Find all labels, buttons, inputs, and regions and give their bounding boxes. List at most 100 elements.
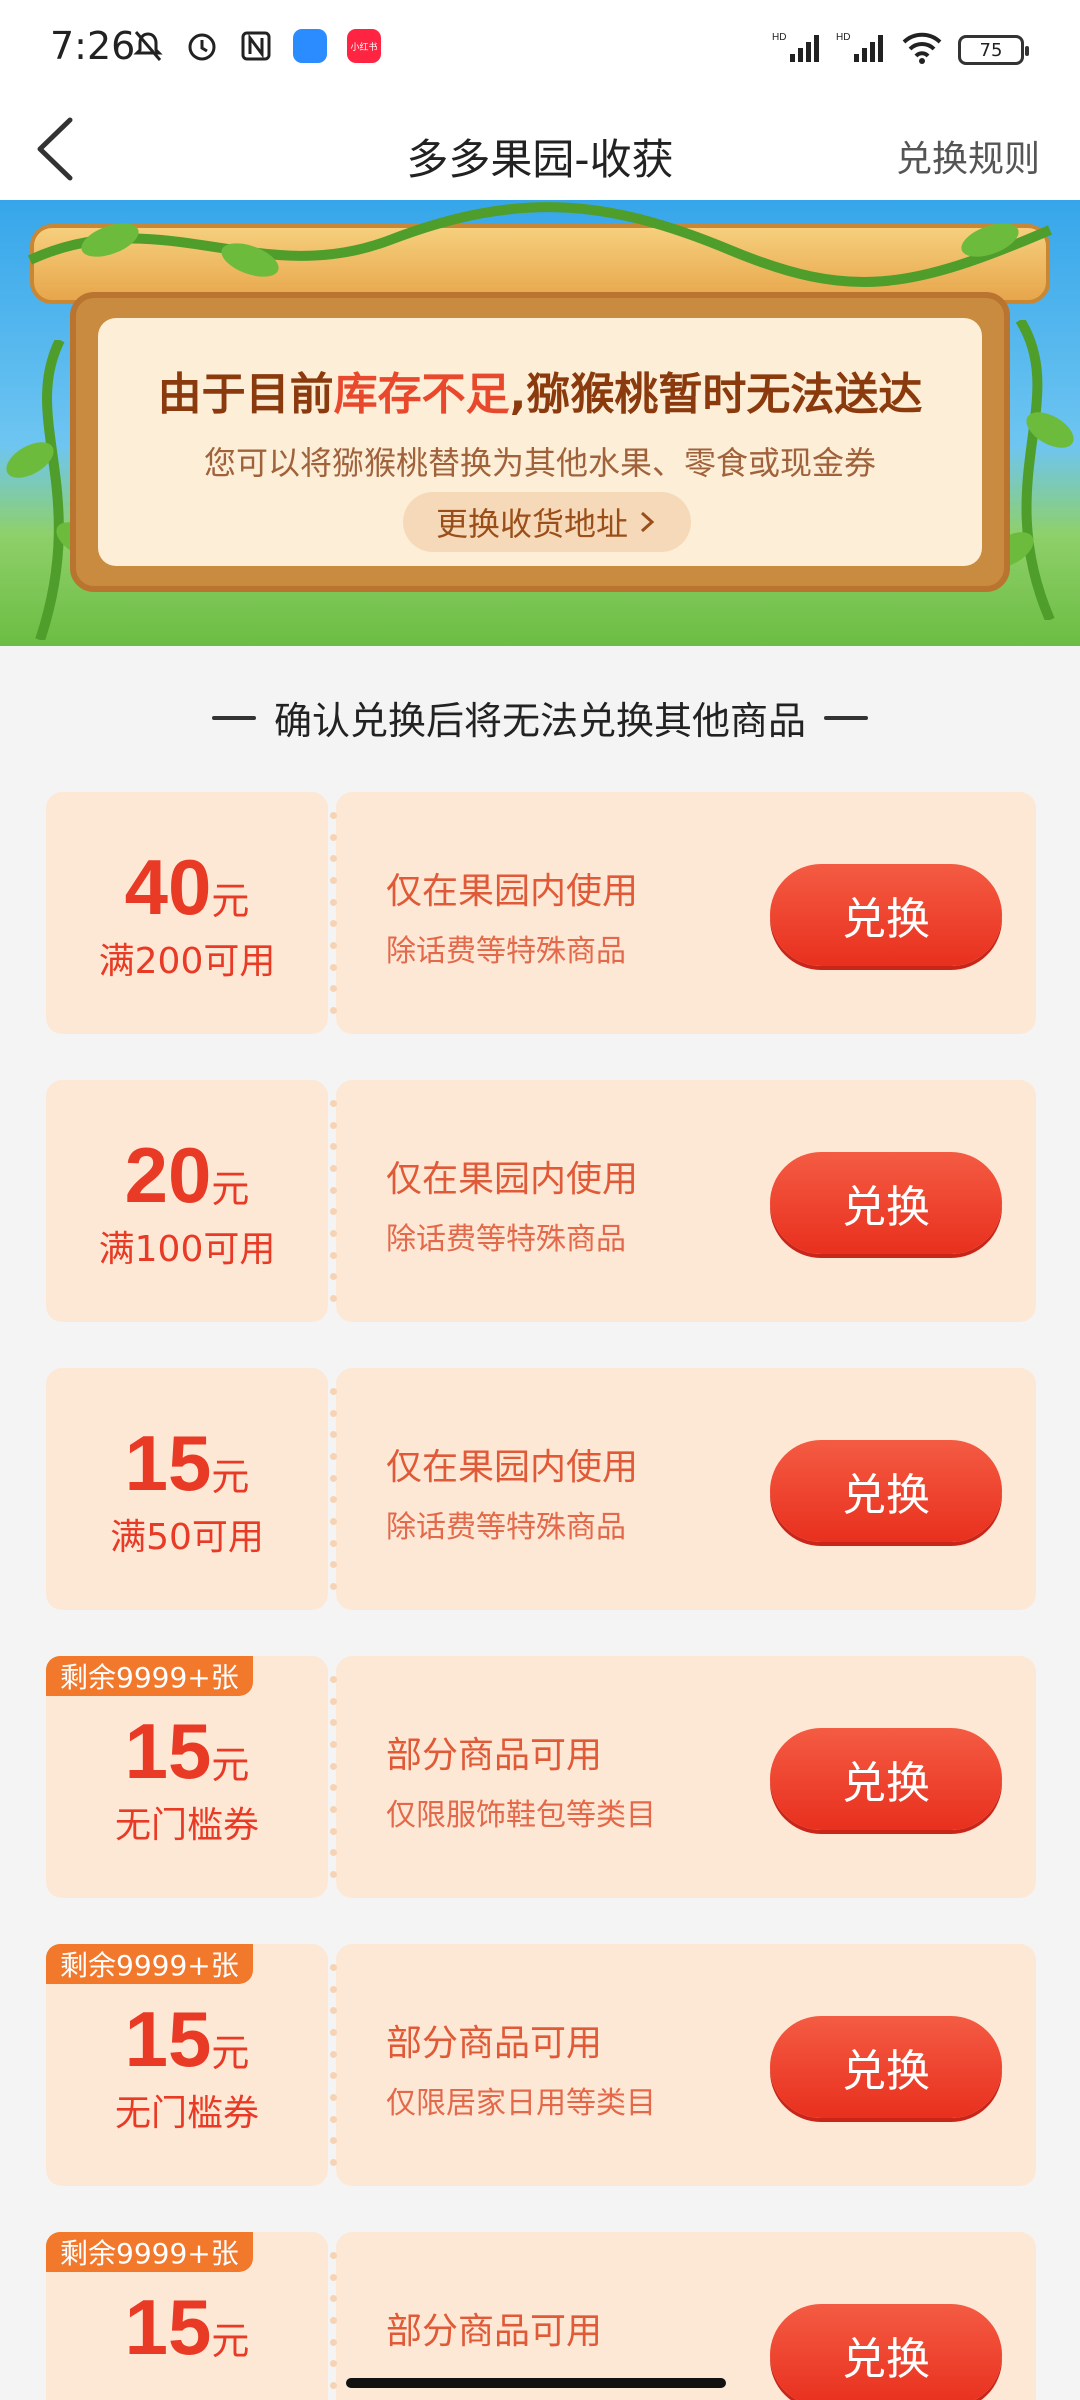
coupon-amount-unit: 元	[211, 1743, 250, 1787]
redeem-button[interactable]: 兑换	[770, 2016, 1002, 2118]
ticket-notch-bottom	[322, 1024, 342, 1044]
coupon-card: 15元 剩余9999+张 部分商品可用 兑换	[46, 2222, 1036, 2400]
status-icons-right: HD HD 75	[772, 30, 1029, 70]
nfc-icon	[238, 28, 274, 64]
chevron-right-icon	[640, 511, 655, 533]
ticket-notch-top	[322, 1070, 342, 1090]
coupon-card: 15元满50可用 仅在果园内使用除话费等特殊商品 兑换	[46, 1358, 1036, 1620]
coupon-card: 15元 无门槛券 剩余9999+张 部分商品可用 仅限居家日用等类目 兑换	[46, 1934, 1036, 2196]
coupon-value-section: 15元满50可用	[46, 1368, 328, 1610]
svg-text:HD: HD	[772, 32, 786, 43]
home-indicator[interactable]	[346, 2378, 726, 2388]
coupon-restriction: 除话费等特殊商品	[386, 1510, 626, 1545]
coupon-amount-number: 20	[124, 1131, 212, 1219]
ticket-notch-top	[322, 1646, 342, 1666]
divider-left	[211, 715, 256, 720]
coupon-restriction: 除话费等特殊商品	[386, 934, 626, 969]
coupon-amount: 20元	[46, 1130, 328, 1221]
remaining-badge: 剩余9999+张	[46, 1944, 253, 1984]
coupon-usage-scope: 仅在果园内使用	[386, 871, 639, 912]
coupon-usage-scope: 部分商品可用	[386, 2311, 603, 2352]
ticket-notch-top	[322, 1358, 342, 1378]
notice-subtext: 您可以将猕猴桃替换为其他水果、零食或现金券	[203, 444, 876, 482]
app-icon-red: 小红书	[346, 28, 382, 64]
coupon-condition: 无门槛券	[114, 1805, 259, 1846]
battery-icon: 75	[958, 35, 1029, 65]
redeem-button[interactable]: 兑换	[770, 1152, 1002, 1254]
ticket-notch-bottom	[322, 2176, 342, 2196]
bell-off-icon	[130, 28, 166, 64]
coupon-value-section: 15元无门槛券 剩余9999+张	[46, 1944, 328, 2186]
coupon-value-section: 40元满200可用	[46, 792, 328, 1034]
ticket-notch-bottom	[322, 1312, 342, 1332]
svg-text:HD: HD	[836, 32, 850, 43]
coupon-condition: 满50可用	[110, 1517, 264, 1558]
coupon-amount: 15元	[46, 1418, 328, 1509]
wood-board: 由于目前库存不足,猕猴桃暂时无法送达 您可以将猕猴桃替换为其他水果、零食或现金券…	[70, 292, 1010, 592]
alarm-icon	[184, 28, 220, 64]
remaining-badge: 剩余9999+张	[46, 1656, 253, 1696]
coupon-usage-scope: 仅在果园内使用	[386, 1159, 639, 1200]
status-time: 7:26	[50, 24, 136, 68]
perforation-divider	[326, 2252, 340, 2400]
app-icon-blue	[292, 28, 328, 64]
coupon-restriction: 仅限居家日用等类目	[386, 2086, 656, 2121]
change-address-button[interactable]: 更换收货地址	[403, 492, 691, 552]
header: 多多果园-收获 兑换规则	[0, 96, 1080, 200]
coupon-value-section: 15元无门槛券 剩余9999+张	[46, 1656, 328, 1898]
coupon-restriction: 除话费等特殊商品	[386, 1222, 626, 1257]
remaining-badge: 剩余9999+张	[46, 2232, 253, 2272]
coupon-amount-unit: 元	[211, 1455, 250, 1499]
status-icons-left: 小红书	[130, 28, 382, 64]
stock-shortage-highlight: 库存不足	[333, 369, 510, 420]
coupon-restriction: 仅限服饰鞋包等类目	[386, 1798, 656, 1833]
coupon-card: 40元满200可用 仅在果园内使用除话费等特殊商品 兑换	[46, 782, 1036, 1044]
exchange-rules-link[interactable]: 兑换规则	[896, 130, 1040, 182]
ticket-notch-bottom	[322, 1600, 342, 1620]
redeem-button[interactable]: 兑换	[770, 864, 1002, 966]
ticket-notch-top	[322, 1934, 342, 1954]
coupon-amount-unit: 元	[211, 2319, 250, 2363]
coupon-amount-number: 15	[124, 2283, 212, 2371]
coupon-condition: 满100可用	[98, 1229, 276, 1270]
redeem-button[interactable]: 兑换	[770, 1728, 1002, 1830]
coupon-amount: 15元	[46, 1994, 328, 2085]
notice-headline: 由于目前库存不足,猕猴桃暂时无法送达	[157, 369, 923, 420]
perforation-divider	[326, 1676, 340, 1878]
hd-signal-icon: HD	[772, 30, 822, 70]
coupon-amount-number: 15	[124, 1707, 212, 1795]
coupon-amount-number: 40	[124, 843, 212, 931]
redeem-button[interactable]: 兑换	[770, 2304, 1002, 2400]
coupon-amount: 15元	[46, 2282, 328, 2373]
status-bar: 7:26 小红书 HD HD 75	[0, 0, 1080, 96]
coupon-usage-scope: 仅在果园内使用	[386, 1447, 639, 1488]
coupon-card: 20元满100可用 仅在果园内使用除话费等特殊商品 兑换	[46, 1070, 1036, 1332]
section-title: 确认兑换后将无法兑换其他商品	[0, 690, 1080, 745]
coupon-amount-unit: 元	[211, 1167, 250, 1211]
ticket-notch-top	[322, 2222, 342, 2242]
coupon-usage-scope: 部分商品可用	[386, 2023, 603, 2064]
coupon-amount-unit: 元	[211, 879, 250, 923]
coupon-amount: 40元	[46, 842, 328, 933]
wifi-icon	[900, 30, 944, 70]
coupon-amount-number: 15	[124, 1419, 212, 1507]
notice-card: 由于目前库存不足,猕猴桃暂时无法送达 您可以将猕猴桃替换为其他水果、零食或现金券…	[98, 318, 982, 566]
coupon-amount-unit: 元	[211, 2031, 250, 2075]
coupon-condition: 无门槛券	[114, 2093, 259, 2134]
coupon-amount: 15元	[46, 1706, 328, 1797]
perforation-divider	[326, 1388, 340, 1590]
perforation-divider	[326, 1100, 340, 1302]
coupon-value-section: 20元满100可用	[46, 1080, 328, 1322]
coupon-condition: 满200可用	[98, 941, 276, 982]
coupon-amount-number: 15	[124, 1995, 212, 2083]
coupon-usage-scope: 部分商品可用	[386, 1735, 603, 1776]
ticket-notch-top	[322, 782, 342, 802]
divider-right	[824, 715, 868, 720]
notice-banner: 由于目前库存不足,猕猴桃暂时无法送达 您可以将猕猴桃替换为其他水果、零食或现金券…	[0, 200, 1080, 646]
perforation-divider	[326, 1964, 340, 2166]
coupon-card: 15元 无门槛券 剩余9999+张 部分商品可用 仅限服饰鞋包等类目 兑换	[46, 1646, 1036, 1908]
coupon-value-section: 15元 剩余9999+张	[46, 2232, 328, 2400]
hd-signal-icon: HD	[836, 30, 886, 70]
redeem-button[interactable]: 兑换	[770, 1440, 1002, 1542]
ticket-notch-bottom	[322, 1888, 342, 1908]
